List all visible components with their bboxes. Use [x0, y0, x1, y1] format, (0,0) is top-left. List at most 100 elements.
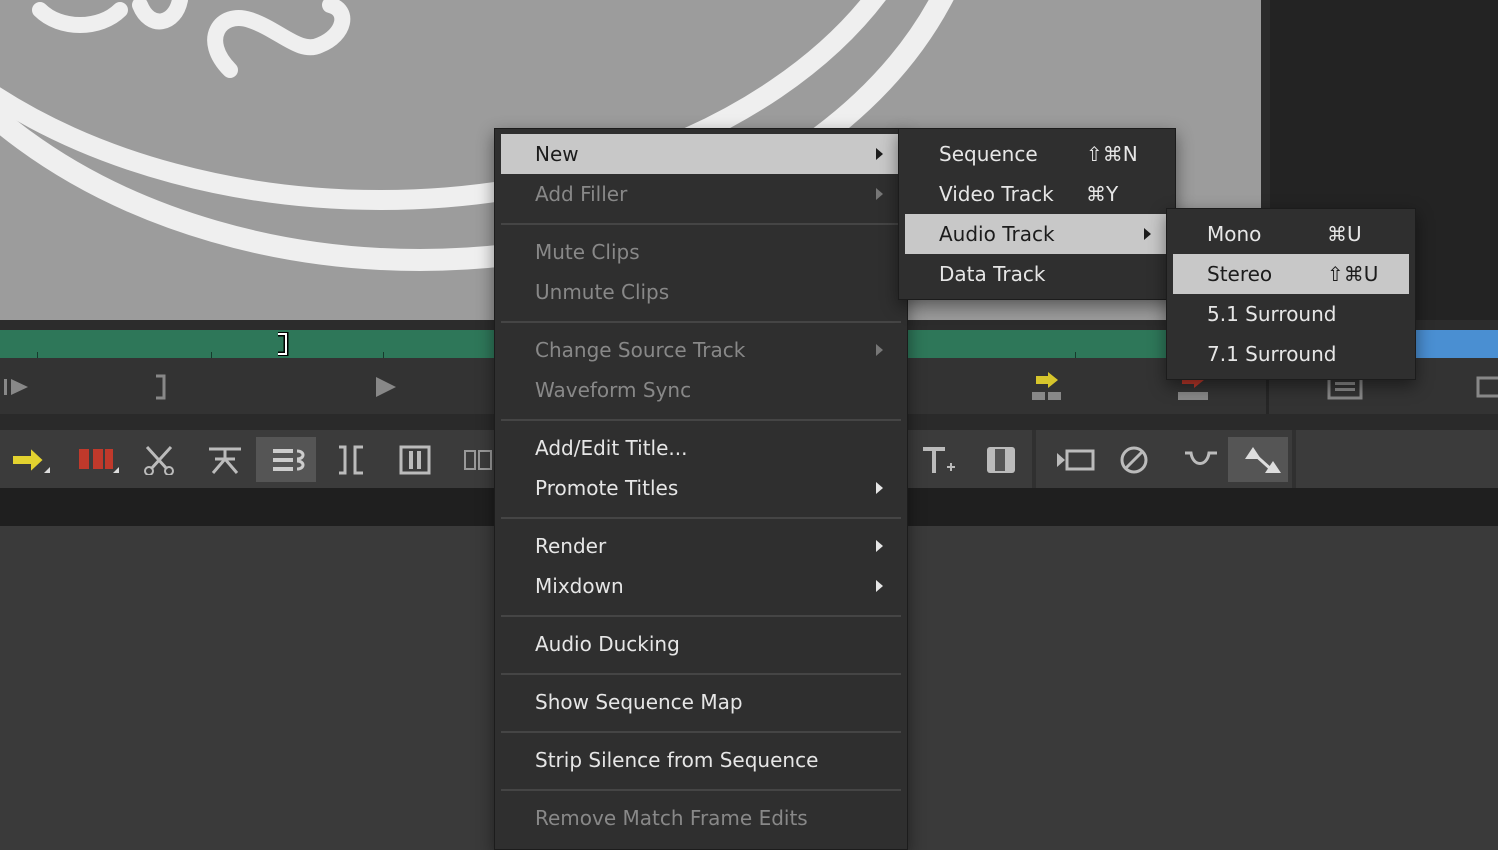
toolbar-divider	[1032, 430, 1036, 488]
menu-separator	[501, 789, 901, 791]
menu-item-label: Add/Edit Title...	[535, 436, 688, 460]
keyframe-icon	[1245, 447, 1281, 473]
menu-item-label: Remove Match Frame Edits	[535, 806, 808, 830]
no-icon	[1120, 446, 1148, 474]
menu-item-label: Audio Ducking	[535, 632, 680, 656]
new-submenu: Sequence ⇧⌘N Video Track ⌘Y Audio Track Da…	[898, 128, 1176, 300]
submenu-item-stereo[interactable]: Stereo ⇧⌘U	[1173, 254, 1409, 294]
menu-item-label: Add Filler	[535, 182, 628, 206]
submenu-arrow-icon	[876, 540, 883, 552]
scissors-icon	[144, 445, 174, 475]
menu-separator	[501, 615, 901, 617]
menu-separator	[501, 321, 901, 323]
menu-item-label: Mono	[1207, 222, 1262, 246]
menu-item-label: 7.1 Surround	[1207, 342, 1337, 366]
menu-item-waveform-sync[interactable]: Waveform Sync	[501, 370, 901, 410]
menu-item-label: Video Track	[939, 182, 1054, 206]
trim-both-button[interactable]	[384, 437, 444, 482]
context-menu: New Add Filler Mute Clips Unmute Clips C…	[494, 128, 908, 850]
slip-icon	[464, 450, 492, 470]
menu-item-change-source-track[interactable]: Change Source Track	[501, 330, 901, 370]
shortcut-label: ⌘U	[1327, 222, 1362, 246]
menu-item-label: Data Track	[939, 262, 1046, 286]
link-selection-button[interactable]	[256, 437, 316, 482]
menu-item-show-sequence-map[interactable]: Show Sequence Map	[501, 682, 901, 722]
submenu-item-video-track[interactable]: Video Track ⌘Y	[905, 174, 1169, 214]
submenu-item-data-track[interactable]: Data Track	[905, 254, 1169, 294]
submenu-arrow-icon	[876, 482, 883, 494]
submenu-arrow-icon	[876, 344, 883, 356]
trim-left-button[interactable]	[320, 437, 380, 482]
scissors-button[interactable]	[128, 437, 188, 482]
menu-item-new[interactable]: New	[501, 134, 901, 174]
menu-item-render[interactable]: Render	[501, 526, 901, 566]
toolbar-divider	[1292, 430, 1296, 488]
position-bar-record-section[interactable]	[1415, 330, 1498, 358]
play-icon[interactable]	[370, 372, 400, 402]
menu-item-label: Strip Silence from Sequence	[535, 748, 819, 772]
smooth-icon	[1185, 451, 1217, 465]
menu-item-label: Unmute Clips	[535, 280, 670, 304]
render-icon	[1057, 449, 1095, 471]
submenu-item-mono[interactable]: Mono ⌘U	[1173, 214, 1409, 254]
menu-separator	[501, 419, 901, 421]
trim-left-icon	[339, 445, 363, 475]
submenu-item-5-1-surround[interactable]: 5.1 Surround	[1173, 294, 1409, 334]
menu-item-mute-clips[interactable]: Mute Clips	[501, 232, 901, 272]
effect-tool-button[interactable]	[970, 437, 1030, 482]
menu-item-label: Change Source Track	[535, 338, 746, 362]
menu-item-mixdown[interactable]: Mixdown	[501, 566, 901, 606]
menu-separator	[501, 517, 901, 519]
title-tool-icon	[923, 447, 955, 473]
smooth-button[interactable]	[1168, 437, 1228, 482]
link-selection-icon	[273, 449, 305, 471]
menu-item-label: Mute Clips	[535, 240, 640, 264]
splice-in-icon[interactable]	[1030, 372, 1064, 402]
menu-item-label: Waveform Sync	[535, 378, 692, 402]
audio-track-submenu: Mono ⌘U Stereo ⇧⌘U 5.1 Surround 7.1 Surrou…	[1166, 208, 1416, 380]
submenu-arrow-icon	[876, 188, 883, 200]
menu-item-unmute-clips[interactable]: Unmute Clips	[501, 272, 901, 312]
menu-item-label: Stereo	[1207, 262, 1273, 286]
keyframe-button[interactable]	[1228, 437, 1288, 482]
menu-item-strip-silence[interactable]: Strip Silence from Sequence	[501, 740, 901, 780]
submenu-item-7-1-surround[interactable]: 7.1 Surround	[1173, 334, 1409, 374]
submenu-item-sequence[interactable]: Sequence ⇧⌘N	[905, 134, 1169, 174]
submenu-item-audio-track[interactable]: Audio Track	[905, 214, 1169, 254]
trim-both-icon	[399, 445, 431, 475]
menu-item-promote-titles[interactable]: Promote Titles	[501, 468, 901, 508]
menu-item-label: 5.1 Surround	[1207, 302, 1337, 326]
menu-separator	[501, 731, 901, 733]
menu-item-label: Sequence	[939, 142, 1038, 166]
title-tool-button[interactable]	[906, 437, 966, 482]
shortcut-label: ⌘Y	[1086, 182, 1119, 206]
film-icon[interactable]	[1476, 372, 1498, 402]
render-button[interactable]	[1040, 437, 1100, 482]
mark-out-marker-icon[interactable]	[276, 332, 290, 356]
segment-mode-red-icon	[79, 449, 119, 473]
segment-mode-red-button[interactable]	[64, 437, 124, 482]
menu-item-audio-ducking[interactable]: Audio Ducking	[501, 624, 901, 664]
menu-item-label: Mixdown	[535, 574, 624, 598]
menu-item-add-filler[interactable]: Add Filler	[501, 174, 901, 214]
lift-icon	[209, 447, 241, 474]
menu-separator	[501, 673, 901, 675]
slip-button[interactable]	[448, 437, 494, 482]
menu-item-add-edit-title[interactable]: Add/Edit Title...	[501, 428, 901, 468]
play-from-mark-icon[interactable]	[2, 372, 32, 402]
menu-separator	[501, 223, 901, 225]
effect-tool-icon	[987, 447, 1015, 473]
menu-item-label: Render	[535, 534, 607, 558]
no-button[interactable]	[1104, 437, 1164, 482]
shortcut-label: ⇧⌘U	[1327, 262, 1379, 286]
menu-item-label: New	[535, 142, 579, 166]
shortcut-label: ⇧⌘N	[1086, 142, 1138, 166]
menu-item-remove-match-frame-edits[interactable]: Remove Match Frame Edits	[501, 798, 901, 838]
menu-item-label: Promote Titles	[535, 476, 679, 500]
segment-mode-yellow-button[interactable]	[0, 437, 60, 482]
lift-button[interactable]	[192, 437, 252, 482]
menu-item-label: Show Sequence Map	[535, 690, 743, 714]
submenu-arrow-icon	[876, 580, 883, 592]
mark-out-icon[interactable]	[146, 372, 176, 402]
segment-mode-yellow-icon	[11, 445, 50, 475]
